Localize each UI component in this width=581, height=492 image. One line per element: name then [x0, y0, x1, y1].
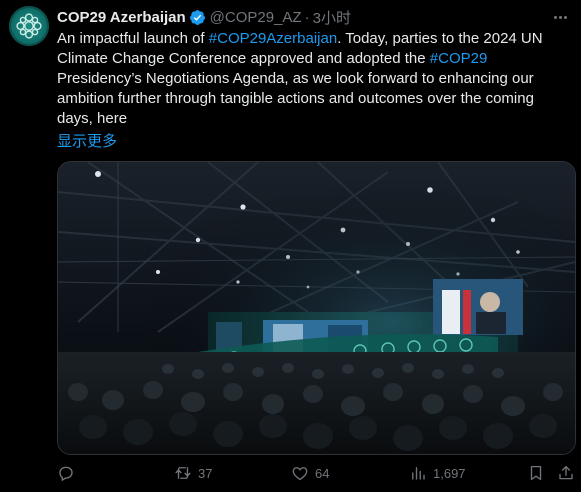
- heart-icon: [292, 467, 308, 481]
- conference-hall-photo: [58, 162, 575, 454]
- retweet-count: 37: [198, 465, 213, 481]
- retweet-button[interactable]: 37: [174, 464, 212, 482]
- bookmark-icon: [530, 465, 542, 481]
- cop29-logo-icon: [16, 13, 42, 39]
- share-button[interactable]: [557, 464, 575, 482]
- show-more-link[interactable]: 显示更多: [57, 130, 117, 151]
- separator-dot: ·: [304, 8, 310, 26]
- tweet-card[interactable]: COP29 Azerbaijan @COP29_AZ · 3小时 An impa…: [0, 0, 581, 492]
- tweet-actions-bar: 37 64 1,697: [57, 462, 575, 488]
- tweet-text: An impactful launch of #COP29Azerbaijan.…: [57, 29, 562, 129]
- views-icon: [412, 467, 425, 480]
- tweet-header: COP29 Azerbaijan @COP29_AZ · 3小时: [57, 6, 351, 28]
- like-button[interactable]: 64: [291, 464, 329, 482]
- more-dot-icon: [558, 15, 562, 19]
- hashtag-link[interactable]: #COP29Azerbaijan: [209, 30, 337, 47]
- verified-badge-icon[interactable]: [189, 9, 206, 26]
- more-options-button[interactable]: [549, 6, 571, 28]
- views-count: 1,697: [433, 465, 466, 481]
- author-handle[interactable]: @COP29_AZ: [210, 9, 302, 26]
- tweet-text-part: An impactful launch of: [57, 30, 209, 47]
- like-count: 64: [315, 465, 330, 481]
- avatar[interactable]: [9, 6, 49, 46]
- reply-icon: [59, 466, 73, 481]
- bookmark-button[interactable]: [527, 464, 545, 482]
- author-name[interactable]: COP29 Azerbaijan: [57, 9, 186, 26]
- tweet-media-image[interactable]: [57, 161, 576, 455]
- views-button[interactable]: 1,697: [409, 464, 466, 482]
- more-dot-icon: [563, 15, 567, 19]
- share-icon: [559, 465, 573, 480]
- more-dot-icon: [553, 15, 557, 19]
- tweet-text-part: Presidency’s Negotiations Agenda, as we …: [57, 70, 534, 127]
- timestamp[interactable]: 3小时: [313, 7, 351, 28]
- hashtag-link[interactable]: #COP29: [430, 50, 488, 67]
- reply-button[interactable]: [57, 464, 81, 482]
- retweet-icon: [175, 467, 191, 479]
